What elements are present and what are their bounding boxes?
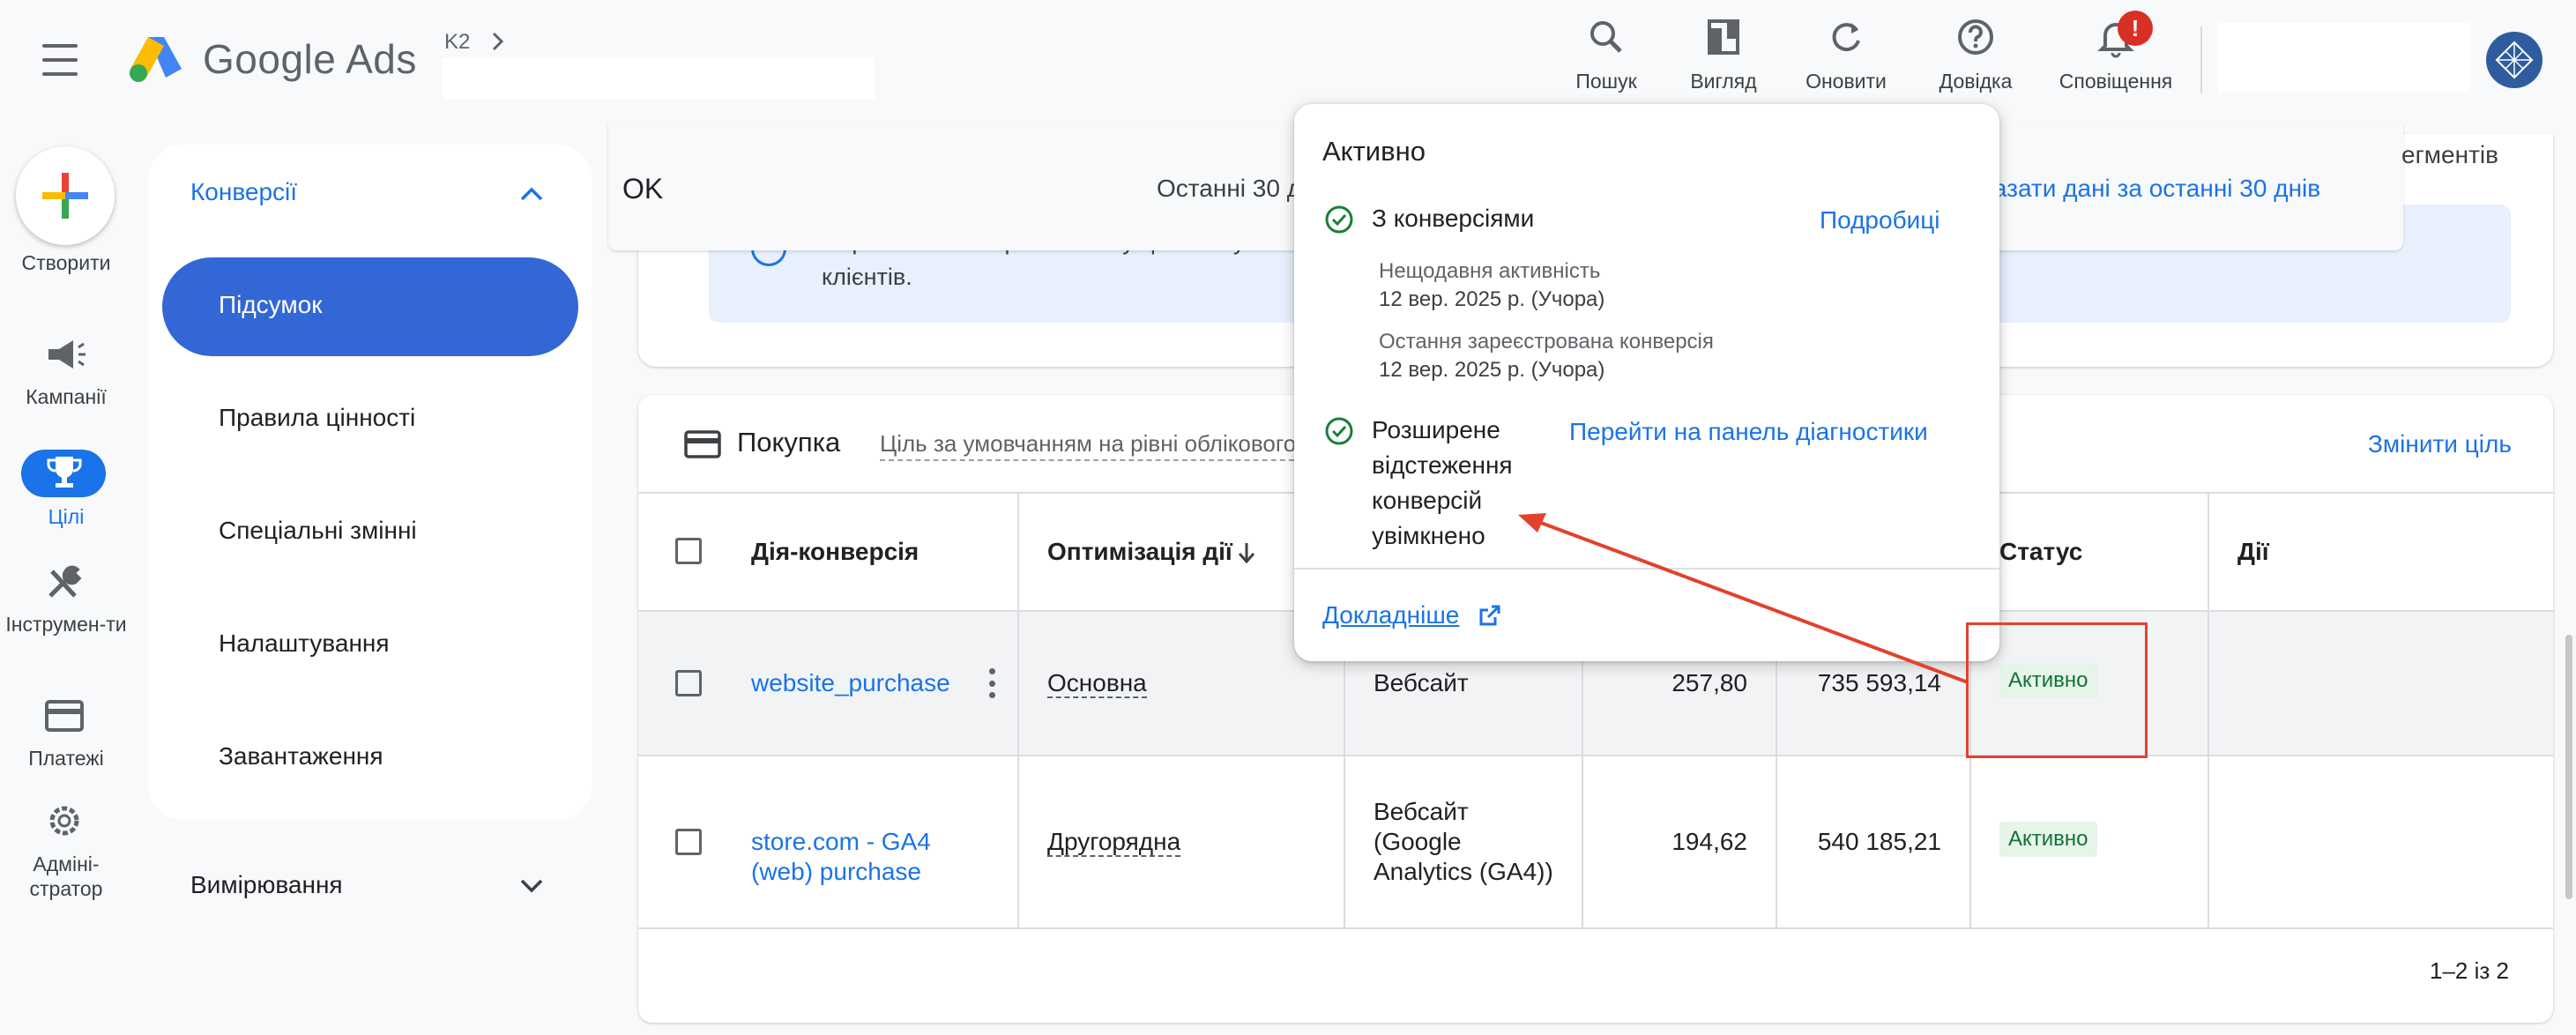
toolbar-divider	[2200, 26, 2202, 93]
status-badge[interactable]: Активно	[1999, 822, 2097, 857]
billing-label[interactable]: Платежі	[0, 746, 132, 771]
popover-title: Активно	[1322, 136, 1426, 167]
popover-divider	[1294, 568, 1999, 570]
campaigns-label[interactable]: Кампанії	[0, 384, 132, 409]
goal-title: Покупка	[737, 427, 841, 458]
subnav-item-uploads[interactable]: Завантаження	[219, 742, 383, 771]
account-selector[interactable]	[443, 58, 875, 99]
conversions-value: 194,62	[1671, 828, 1747, 855]
open-in-new-icon[interactable]	[1478, 603, 1502, 628]
learn-more-link[interactable]: Докладніше	[1322, 601, 1459, 629]
segments-label[interactable]: егментів	[2401, 141, 2498, 169]
plus-icon	[42, 173, 88, 219]
view-columns-icon	[1708, 19, 1739, 55]
col-header-optimization[interactable]: Оптимізація дії	[1047, 538, 1232, 566]
select-all-checkbox[interactable]	[675, 538, 702, 564]
tools-label[interactable]: Інструмен-ти	[0, 612, 132, 637]
table-bottom-divider	[638, 927, 2553, 929]
col-divider	[2207, 494, 2209, 927]
conversions-value: 257,80	[1671, 669, 1747, 696]
conversion-action-link[interactable]: store.com - GA4 (web) purchase	[751, 827, 931, 887]
chevron-up-icon[interactable]	[517, 182, 547, 206]
conversion-action-link[interactable]: website_purchase	[751, 668, 950, 698]
pagination-info: 1–2 із 2	[2430, 957, 2509, 984]
row-checkbox[interactable]	[675, 829, 702, 855]
view-button[interactable]: Вигляд	[1675, 16, 1772, 95]
last-conversion: Остання зареєстрована конверсія 12 вер. …	[1379, 330, 1714, 382]
source-value: Вебсайт (Google Analytics (GA4))	[1374, 798, 1553, 885]
subnav-item-settings[interactable]: Налаштування	[219, 629, 390, 658]
chevron-down-icon[interactable]	[517, 873, 547, 897]
arrow-down-sort-icon[interactable]	[1236, 540, 1257, 566]
avatar-pattern-icon	[2495, 41, 2534, 79]
tools-wrench-icon[interactable]	[40, 562, 89, 603]
col-header-action[interactable]: Дія-конверсія	[751, 538, 919, 566]
admin-label[interactable]: Адміні-стратор	[0, 852, 132, 901]
notifications-label: Сповіщення	[2059, 70, 2173, 93]
trophy-icon	[47, 457, 82, 488]
show-last-30-days-link[interactable]: казати дані за останні 30 днів	[1982, 175, 2320, 203]
breadcrumb-account[interactable]: K2	[444, 30, 470, 55]
purchase-card-icon	[684, 430, 721, 458]
brand-name: Google Ads	[203, 36, 417, 82]
enhanced-conversions-status: Розширене відстеження конверсій увімкнен…	[1372, 416, 1513, 549]
subnav-item-custom-variables[interactable]: Спеціальні змінні	[219, 517, 417, 545]
col-divider	[1017, 494, 1019, 927]
help-button[interactable]: Довідка	[1927, 16, 2024, 95]
billing-card-icon[interactable]	[40, 696, 89, 737]
annotation-highlight-box	[1966, 622, 2148, 758]
notifications-button[interactable]: Сповіщення !	[2045, 11, 2186, 95]
avatar[interactable]	[2486, 32, 2542, 88]
conversions-subnav	[148, 145, 592, 820]
notification-badge: !	[2118, 11, 2153, 46]
col-header-actions: Дії	[2237, 538, 2269, 565]
subnav-item-value-rules[interactable]: Правила цінності	[219, 404, 415, 432]
source-value: Вебсайт	[1374, 669, 1469, 696]
campaigns-megaphone-icon[interactable]	[40, 335, 89, 376]
goals-label[interactable]: Цілі	[0, 504, 132, 529]
search-label: Пошук	[1575, 70, 1637, 93]
gear-icon[interactable]	[40, 800, 89, 841]
details-link[interactable]: Подробиці	[1820, 206, 1940, 235]
change-goal-link[interactable]: Змінити ціль	[2368, 430, 2512, 458]
subnav-section-conversions[interactable]: Конверсії	[190, 178, 297, 206]
recent-activity: Нещодавня активність 12 вер. 2025 р. (Уч…	[1379, 259, 1605, 311]
header-status: OK	[622, 173, 664, 205]
help-icon	[1958, 19, 1993, 55]
col-header-status[interactable]: Статус	[1999, 538, 2082, 566]
date-range-label[interactable]: Останні 30 д	[1157, 175, 1301, 203]
row-checkbox[interactable]	[675, 670, 702, 696]
conversion-value: 735 593,14	[1817, 669, 1941, 696]
refresh-button[interactable]: Оновити	[1793, 16, 1899, 95]
view-label: Вигляд	[1690, 70, 1757, 93]
search-icon	[1590, 21, 1622, 53]
check-circle-icon	[1325, 417, 1353, 445]
subnav-item-summary[interactable]: Підсумок	[219, 291, 322, 319]
subnav-section-measurement[interactable]: Вимірювання	[190, 871, 343, 899]
table-row-divider	[638, 755, 2553, 756]
help-label: Довідка	[1939, 70, 2013, 93]
with-conversions-label: З конверсіями	[1372, 205, 1535, 232]
refresh-label: Оновити	[1805, 70, 1887, 93]
account-info-box[interactable]	[2218, 23, 2470, 92]
optimization-value[interactable]: Другорядна	[1047, 828, 1181, 857]
create-label: Створити	[21, 251, 111, 274]
search-button[interactable]: Пошук	[1562, 16, 1650, 95]
conversion-value: 540 185,21	[1817, 828, 1941, 855]
goal-subtitle: Ціль за умовчанням на рівні облікового	[880, 430, 1303, 461]
main-menu-icon[interactable]	[42, 44, 78, 76]
check-circle-icon	[1325, 205, 1353, 234]
more-vert-icon[interactable]	[987, 668, 996, 698]
create-button[interactable]	[16, 146, 115, 245]
chevron-right-icon	[492, 32, 504, 51]
diagnostics-link[interactable]: Перейти на панель діагностики	[1569, 418, 1928, 446]
google-ads-logo-icon	[130, 37, 182, 82]
refresh-icon	[1832, 23, 1860, 52]
scrollbar[interactable]	[2565, 635, 2572, 899]
optimization-value[interactable]: Основна	[1047, 669, 1147, 698]
